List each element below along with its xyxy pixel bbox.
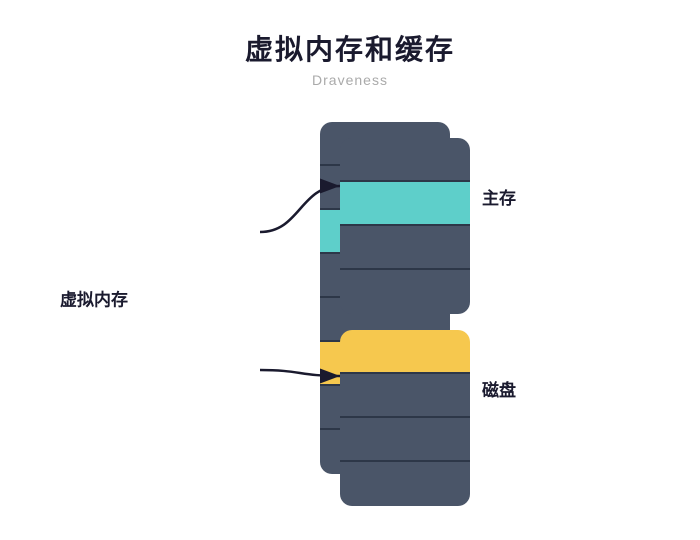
slot-right-top-1 (340, 138, 470, 182)
subtitle: Draveness (312, 72, 388, 88)
slot-right-bot-4 (340, 462, 470, 506)
virtual-memory-label: 虚拟内存 (60, 286, 128, 311)
main-memory-label: 主存 (482, 184, 516, 209)
disk-label: 磁盘 (482, 376, 516, 401)
main-memory-column (340, 138, 470, 314)
slot-right-top-4 (340, 270, 470, 314)
page-title: 虚拟内存和缓存 (245, 28, 455, 68)
diagram: 虚拟内存 Cached Uncached (60, 118, 640, 478)
slot-right-bot-3 (340, 418, 470, 462)
disk-column (340, 330, 470, 506)
slot-right-bot-2 (340, 374, 470, 418)
slot-right-top-3 (340, 226, 470, 270)
slot-disk-highlight (340, 330, 470, 374)
slot-main-highlight (340, 182, 470, 226)
